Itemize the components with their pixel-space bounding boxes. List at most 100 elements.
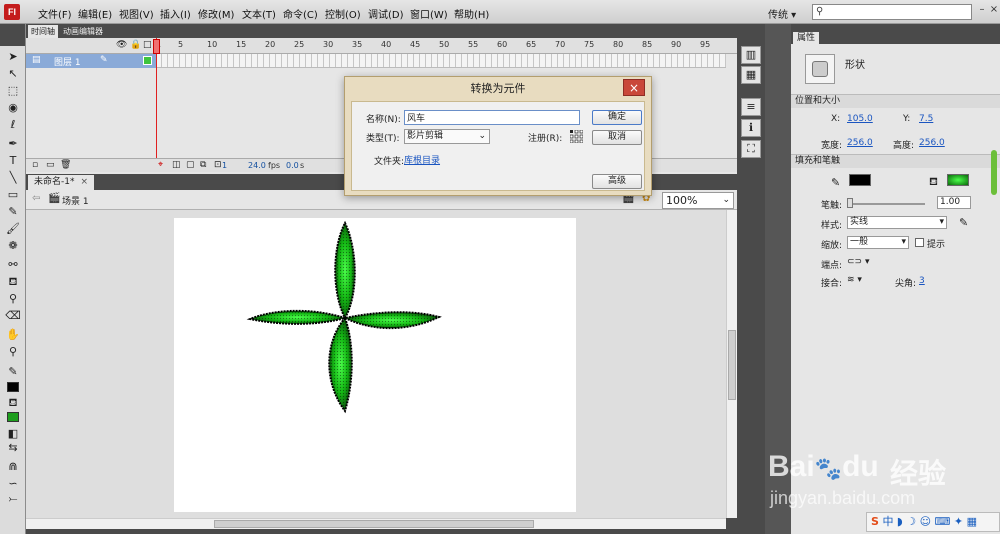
- workspace-switcher[interactable]: 传统 ▾: [768, 6, 796, 21]
- hint-checkbox[interactable]: [915, 238, 924, 247]
- symbol-type-select[interactable]: 影片剪辑 ⌄: [404, 129, 490, 144]
- symbol-name-input[interactable]: [404, 110, 580, 125]
- library-icon[interactable]: ▥: [741, 46, 761, 64]
- close-icon[interactable]: ×: [80, 177, 88, 187]
- fill-color-icon[interactable]: ⛾: [5, 396, 21, 410]
- transform-icon[interactable]: ⛶: [741, 140, 761, 158]
- menu-file[interactable]: 文件(F): [38, 6, 72, 21]
- menu-window[interactable]: 窗口(W): [410, 6, 448, 21]
- free-transform-tool-icon[interactable]: ⬚: [5, 84, 21, 98]
- menu-view[interactable]: 视图(V): [119, 6, 154, 21]
- tab-properties[interactable]: 属性: [793, 32, 820, 44]
- swatches-icon[interactable]: ▦: [741, 66, 761, 84]
- eraser-tool-icon[interactable]: ⌫: [5, 309, 21, 323]
- menu-text[interactable]: 文本(T): [242, 6, 276, 21]
- lock-icon[interactable]: 🔒: [130, 40, 141, 50]
- rectangle-tool-icon[interactable]: ▭: [5, 188, 21, 202]
- delete-layer-icon[interactable]: 🗑: [60, 160, 71, 170]
- snap-to-objects-icon[interactable]: ⋒: [5, 460, 21, 474]
- eyedropper-tool-icon[interactable]: ⚲: [5, 292, 21, 306]
- registration-grid-icon[interactable]: [570, 130, 583, 143]
- stroke-color-swatch[interactable]: [7, 382, 19, 392]
- menu-control[interactable]: 控制(O): [325, 6, 361, 21]
- stroke-width-input[interactable]: 1.00: [937, 196, 971, 209]
- frame-strip[interactable]: [156, 54, 726, 68]
- menu-insert[interactable]: 插入(I): [160, 6, 191, 21]
- info-icon[interactable]: ℹ: [741, 119, 761, 137]
- modify-markers-icon[interactable]: ⊡: [214, 160, 222, 170]
- windmill-shape[interactable]: [174, 218, 576, 512]
- help-search-input[interactable]: ⚲: [812, 4, 972, 20]
- ime-toolbar[interactable]: S 中 ◗ ☽ ☺ ⌨ ✦ ▦: [866, 512, 1000, 532]
- 3d-rotation-tool-icon[interactable]: ◉: [5, 101, 21, 115]
- layer-color-swatch[interactable]: [143, 56, 152, 65]
- zoom-tool-icon[interactable]: ⚲: [5, 345, 21, 359]
- properties-scroll-thumb[interactable]: [991, 150, 997, 195]
- cap-select[interactable]: ⊂⊃ ▾: [847, 257, 869, 267]
- cancel-button[interactable]: 取消: [592, 130, 642, 145]
- layer-row[interactable]: ▤ 图层 1 ✎: [26, 54, 156, 68]
- stroke-color-icon[interactable]: ✎: [5, 365, 21, 379]
- section-fill-stroke[interactable]: 填充和笔触: [791, 154, 1000, 168]
- center-frame-icon[interactable]: ⌖: [158, 160, 163, 170]
- ok-button[interactable]: 确定: [592, 110, 642, 125]
- scene-label[interactable]: 场景 1: [62, 194, 89, 207]
- stage[interactable]: [174, 218, 576, 512]
- y-value[interactable]: 7.5: [919, 114, 933, 124]
- document-tab[interactable]: 未命名-1* ×: [28, 175, 95, 190]
- straighten-icon[interactable]: ⤚: [5, 492, 21, 506]
- tab-timeline[interactable]: 时间轴: [28, 25, 58, 38]
- menu-modify[interactable]: 修改(M): [198, 6, 234, 21]
- library-root-link[interactable]: 库根目录: [404, 153, 440, 166]
- outline-icon[interactable]: □: [143, 40, 152, 50]
- edit-multiple-icon[interactable]: ⧉: [200, 160, 206, 170]
- width-value[interactable]: 256.0: [847, 138, 873, 148]
- menu-debug[interactable]: 调试(D): [368, 6, 404, 21]
- new-folder-icon[interactable]: ▭: [46, 160, 55, 170]
- pen-tool-icon[interactable]: ✒: [5, 137, 21, 151]
- fill-color-swatch[interactable]: [7, 412, 19, 422]
- edit-stroke-style-icon[interactable]: ✎: [959, 216, 968, 229]
- line-tool-icon[interactable]: ╲: [5, 171, 21, 185]
- back-arrow-icon[interactable]: ⇦: [32, 193, 40, 204]
- minimize-icon[interactable]: –: [976, 4, 988, 18]
- tab-motion-editor[interactable]: 动画编辑器: [60, 25, 106, 38]
- paint-bucket-tool-icon[interactable]: ⛾: [5, 275, 21, 289]
- brush-tool-icon[interactable]: 🖌: [5, 222, 21, 236]
- deco-tool-icon[interactable]: ❁: [5, 239, 21, 253]
- stroke-slider-handle[interactable]: [847, 198, 853, 208]
- bone-tool-icon[interactable]: ⚯: [5, 258, 21, 272]
- lasso-tool-icon[interactable]: ℓ: [5, 118, 21, 132]
- height-value[interactable]: 256.0: [919, 138, 945, 148]
- scale-select[interactable]: 一般 ▾: [847, 236, 909, 249]
- selection-tool-icon[interactable]: ➤: [5, 50, 21, 64]
- section-position-size[interactable]: 位置和大小: [791, 94, 1000, 108]
- vertical-scroll-thumb[interactable]: [728, 330, 736, 400]
- subselection-tool-icon[interactable]: ↖: [5, 67, 21, 81]
- show-hide-icon[interactable]: 👁: [116, 40, 127, 50]
- menu-commands[interactable]: 命令(C): [283, 6, 318, 21]
- onion-outline-icon[interactable]: ▢: [186, 160, 195, 170]
- smooth-icon[interactable]: ∽: [5, 477, 21, 491]
- menu-edit[interactable]: 编辑(E): [78, 6, 112, 21]
- x-value[interactable]: 105.0: [847, 114, 873, 124]
- dialog-close-button[interactable]: ×: [623, 79, 645, 96]
- miter-value[interactable]: 3: [919, 276, 925, 286]
- align-icon[interactable]: ≡: [741, 98, 761, 116]
- stroke-color-swatch[interactable]: [849, 174, 871, 186]
- style-select[interactable]: 实线 ▾: [847, 216, 947, 229]
- fill-color-swatch[interactable]: [947, 174, 969, 186]
- join-select[interactable]: ≋ ▾: [847, 275, 862, 285]
- playhead-handle[interactable]: [153, 39, 160, 54]
- hand-tool-icon[interactable]: ✋: [5, 328, 21, 342]
- black-white-icon[interactable]: ◧: [5, 427, 21, 441]
- frame-ruler[interactable]: 👁 🔒 □ 1 5 10 15 20 25 30 35 40 45 50 55 …: [26, 38, 737, 54]
- new-layer-icon[interactable]: ▫: [32, 160, 38, 170]
- horizontal-scroll-thumb[interactable]: [214, 520, 534, 528]
- close-window-icon[interactable]: ×: [988, 4, 1000, 18]
- zoom-select[interactable]: 100% ⌄: [662, 192, 734, 209]
- vertical-scrollbar[interactable]: [726, 210, 737, 518]
- horizontal-scrollbar[interactable]: [26, 518, 726, 529]
- advanced-button[interactable]: 高级: [592, 174, 642, 189]
- onion-skin-icon[interactable]: ◫: [172, 160, 181, 170]
